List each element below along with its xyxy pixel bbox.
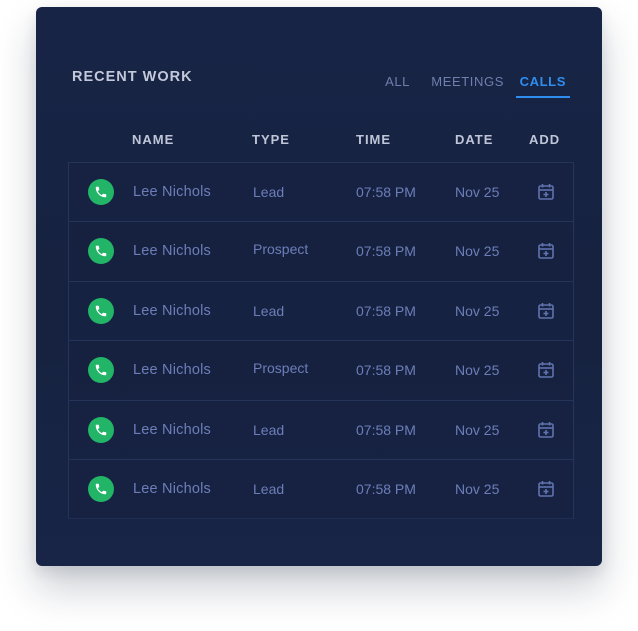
contact-type: Lead [253,421,285,438]
contact-type: Prospect [253,241,309,258]
phone-icon [95,305,107,317]
contact-type: Lead [253,302,285,319]
call-date: Nov 25 [455,362,500,379]
calls-table: Lee Nichols Lead 07:58 PM Nov 25 Lee Nic… [68,162,574,520]
calendar-add-icon[interactable] [538,421,554,438]
phone-icon [95,483,107,495]
calendar-add-icon[interactable] [538,302,554,319]
table-row[interactable]: Lee Nichols Lead 07:58 PM Nov 25 [69,163,573,223]
table-row[interactable]: Lee Nichols Lead 07:58 PM Nov 25 [69,459,573,520]
contact-name: Lee Nichols [133,184,211,200]
call-button[interactable] [88,297,114,324]
call-time: 07:58 PM [356,243,416,260]
recent-work-card: RECENT WORK ALL MEETINGS CALLS NAME TYPE… [36,7,602,566]
contact-type: Prospect [253,360,309,377]
call-time: 07:58 PM [356,184,416,200]
call-button[interactable] [88,357,114,384]
contact-type: Lead [253,480,285,497]
table-row[interactable]: Lee Nichols Lead 07:58 PM Nov 25 [69,400,573,460]
table-row[interactable]: Lee Nichols Lead 07:58 PM Nov 25 [69,281,573,342]
table-row[interactable]: Lee Nichols Prospect 07:58 PM Nov 25 [69,222,573,282]
call-button[interactable] [88,238,114,265]
tab-all[interactable]: ALL [385,74,410,89]
call-date: Nov 25 [455,421,500,438]
contact-name: Lee Nichols [133,243,211,260]
column-header-add[interactable]: ADD [529,132,560,147]
calendar-add-icon[interactable] [538,361,554,378]
call-time: 07:58 PM [356,362,416,379]
call-button[interactable] [88,475,114,502]
call-date: Nov 25 [455,302,500,319]
phone-icon [95,246,107,257]
tab-meetings[interactable]: MEETINGS [431,74,504,89]
call-button[interactable] [88,416,114,443]
table-row[interactable]: Lee Nichols Prospect 07:58 PM Nov 25 [69,341,573,401]
contact-name: Lee Nichols [133,421,211,438]
contact-name: Lee Nichols [133,362,211,379]
call-date: Nov 25 [455,480,500,497]
call-time: 07:58 PM [356,480,416,497]
call-date: Nov 25 [455,243,500,260]
phone-icon [95,186,107,198]
column-header-time[interactable]: TIME [356,132,391,147]
calendar-add-icon[interactable] [538,183,554,200]
calendar-add-icon[interactable] [538,480,554,497]
phone-icon [95,364,107,376]
calendar-add-icon[interactable] [538,242,554,260]
call-time: 07:58 PM [356,302,416,319]
column-header-type[interactable]: TYPE [252,132,290,147]
column-header-date[interactable]: DATE [455,132,493,147]
tab-calls[interactable]: CALLS [515,74,570,98]
call-button[interactable] [88,179,114,205]
contact-name: Lee Nichols [133,480,211,497]
contact-type: Lead [253,184,285,200]
call-time: 07:58 PM [356,421,416,438]
phone-icon [95,424,107,435]
contact-name: Lee Nichols [133,302,211,319]
call-date: Nov 25 [455,184,500,200]
card-title: RECENT WORK [72,69,193,85]
column-header-name[interactable]: NAME [132,132,174,147]
